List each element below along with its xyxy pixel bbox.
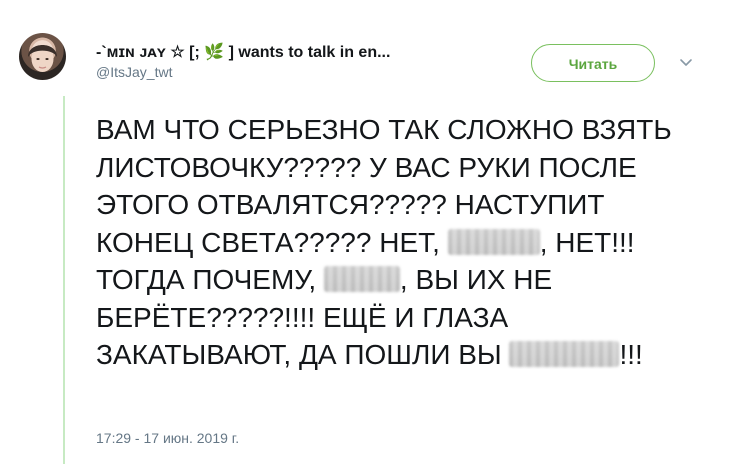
avatar-image	[28, 45, 57, 72]
censored-word	[323, 266, 400, 292]
display-name[interactable]: -`ᴍɪɴ ᴊᴀʏ ☆ [; 🌿 ] wants to talk in en..…	[96, 43, 516, 63]
tweet-text-part: !!!	[619, 339, 643, 370]
censored-word	[509, 341, 620, 367]
thread-line	[63, 96, 65, 464]
tweet-text: ВАМ ЧТО СЕРЬЕЗНО ТАК СЛОЖНО ВЗЯТЬ ЛИСТОВ…	[96, 111, 706, 374]
avatar[interactable]	[19, 33, 66, 80]
chevron-down-icon[interactable]	[676, 52, 696, 72]
user-handle[interactable]: @ItsJay_twt	[96, 63, 516, 81]
tweet-header: -`ᴍɪɴ ᴊᴀʏ ☆ [; 🌿 ] wants to talk in en..…	[96, 43, 516, 81]
follow-button[interactable]: Читать	[531, 44, 655, 82]
censored-word	[447, 228, 540, 255]
timestamp[interactable]: 17:29 - 17 июн. 2019 г.	[96, 430, 239, 446]
